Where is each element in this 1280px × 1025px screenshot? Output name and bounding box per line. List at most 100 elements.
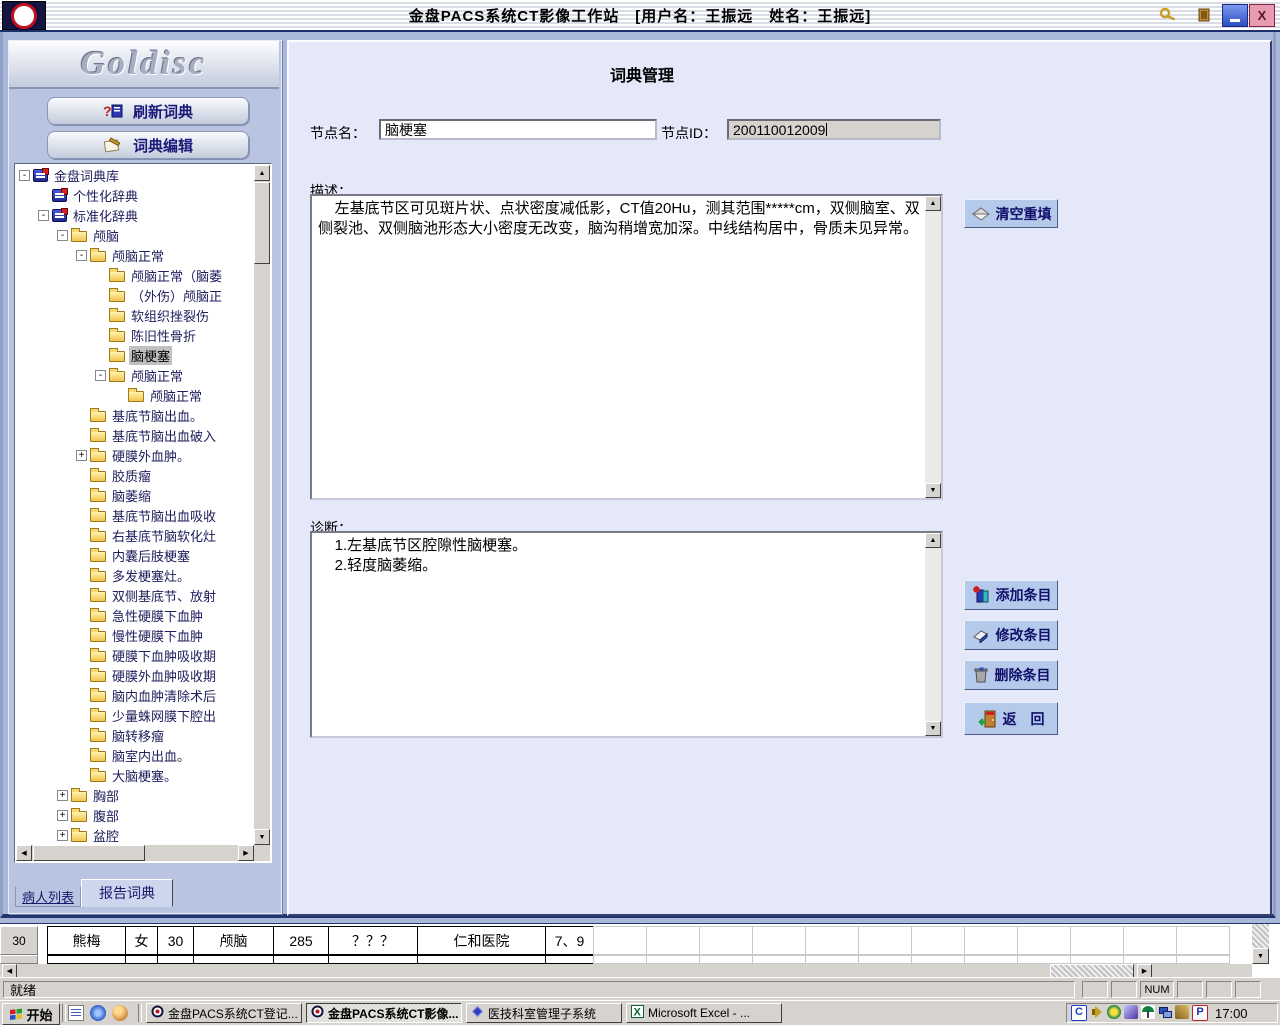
excel-empty-cell[interactable]	[858, 926, 912, 955]
expand-icon[interactable]: +	[57, 830, 68, 841]
return-button[interactable]: 返 回	[964, 702, 1058, 735]
excel-cell[interactable]: 女	[125, 926, 158, 955]
tree-item[interactable]: 脑室内出血。	[16, 745, 254, 765]
excel-empty-cell[interactable]	[805, 926, 859, 955]
edit-dictionary-button[interactable]: 词典编辑	[47, 131, 249, 159]
minimize-button[interactable]	[1222, 4, 1248, 27]
tree-item[interactable]: 脑内血肿清除术后	[16, 685, 254, 705]
excel-empty-cell[interactable]	[964, 926, 1018, 955]
excel-empty-cell[interactable]	[1123, 926, 1177, 955]
close-button[interactable]: X	[1249, 4, 1275, 27]
tree-item[interactable]: 个性化辞典	[16, 185, 254, 205]
tree-item[interactable]: 基底节脑出血。	[16, 405, 254, 425]
tree-item[interactable]: 软组织挫裂伤	[16, 305, 254, 325]
excel-empty-cell[interactable]	[1176, 926, 1230, 955]
expand-icon[interactable]: +	[76, 450, 87, 461]
scroll-up-icon[interactable]: ▲	[925, 196, 941, 211]
refresh-dictionary-button[interactable]: ? 刷新词典	[47, 97, 249, 125]
scrollbar-thumb[interactable]	[33, 845, 145, 861]
scroll-left-icon[interactable]: ◀	[16, 845, 32, 861]
tree-item[interactable]: 胶质瘤	[16, 465, 254, 485]
scroll-down-icon[interactable]: ▼	[254, 829, 270, 845]
tree-item[interactable]: 脑梗塞	[16, 345, 254, 365]
node-name-input[interactable]: 脑梗塞	[379, 119, 657, 140]
excel-cell[interactable]: 285	[273, 926, 329, 955]
excel-horizontal-scrollbar[interactable]: ◀ ▶	[0, 964, 1252, 978]
excel-empty-cell[interactable]	[1017, 926, 1071, 955]
tree-item[interactable]: +腹部	[16, 805, 254, 825]
collapse-icon[interactable]: -	[38, 210, 49, 221]
tree-item[interactable]: 硬膜下血肿吸收期	[16, 645, 254, 665]
scroll-left-icon[interactable]: ◀	[2, 964, 17, 978]
tree-item[interactable]: （外伤）颅脑正	[16, 285, 254, 305]
clear-refill-button[interactable]: 清空重填	[964, 199, 1058, 228]
tree-vertical-scrollbar[interactable]: ▲ ▼	[254, 165, 270, 845]
powerword-icon[interactable]: P	[1192, 1005, 1208, 1021]
scrollbar-thumb[interactable]	[254, 182, 270, 264]
tree-item[interactable]: 硬膜外血肿吸收期	[16, 665, 254, 685]
tree-item[interactable]: 双侧基底节、放射	[16, 585, 254, 605]
tree-item[interactable]: 内囊后肢梗塞	[16, 545, 254, 565]
quicklaunch-ie-icon[interactable]	[90, 1005, 106, 1021]
excel-cell[interactable]: 熊梅	[47, 926, 126, 955]
quicklaunch-desktop-icon[interactable]	[68, 1005, 84, 1021]
dialer-icon[interactable]: C	[1071, 1005, 1087, 1021]
collapse-icon[interactable]: -	[76, 250, 87, 261]
tree-item[interactable]: -颅脑正常	[16, 365, 254, 385]
diagnosis-scrollbar[interactable]: ▲ ▼	[925, 533, 941, 736]
logout-icon[interactable]	[1192, 4, 1216, 25]
collapse-icon[interactable]: -	[19, 170, 30, 181]
scrollbar-thumb[interactable]	[1050, 964, 1134, 978]
tree-item[interactable]: 大脑梗塞。	[16, 765, 254, 785]
tree-item[interactable]: +胸部	[16, 785, 254, 805]
description-scrollbar[interactable]: ▲ ▼	[925, 196, 941, 498]
tree-item[interactable]: +盆腔	[16, 825, 254, 845]
taskbar-task-2[interactable]: 金盘PACS系统CT影像...	[306, 1003, 462, 1023]
tree-item[interactable]: 颅脑正常	[16, 385, 254, 405]
tree-item[interactable]: -金盘词典库	[16, 165, 254, 185]
scroll-up-icon[interactable]: ▲	[254, 165, 270, 181]
tree-item[interactable]: 多发梗塞灶。	[16, 565, 254, 585]
excel-cell[interactable]: 仁和医院	[417, 926, 546, 955]
collapse-icon[interactable]: -	[57, 230, 68, 241]
delete-entry-button[interactable]: 删除条目	[964, 660, 1058, 690]
antivirus-umbrella-icon[interactable]	[1141, 1005, 1155, 1019]
diagnosis-textarea[interactable]: 1.左基底节区腔隙性脑梗塞。 2.轻度脑萎缩。 ▲ ▼	[310, 531, 943, 738]
tree-item[interactable]: -颅脑	[16, 225, 254, 245]
collapse-icon[interactable]: -	[95, 370, 106, 381]
excel-empty-cell[interactable]	[593, 926, 647, 955]
tree-item[interactable]: 少量蛛网膜下腔出	[16, 705, 254, 725]
pencil-icon[interactable]	[1175, 1005, 1189, 1019]
start-button[interactable]: 开始	[2, 1003, 60, 1025]
scroll-down-icon[interactable]: ▼	[925, 721, 941, 736]
tree-item[interactable]: 慢性硬膜下血肿	[16, 625, 254, 645]
excel-vertical-scrollbar[interactable]: ▼	[1252, 924, 1269, 964]
excel-empty-cell[interactable]	[911, 926, 965, 955]
tree-item[interactable]: 陈旧性骨折	[16, 325, 254, 345]
excel-cell[interactable]: 30	[157, 926, 194, 955]
scroll-down-icon[interactable]: ▼	[925, 483, 941, 498]
messenger-icon[interactable]	[1107, 1005, 1121, 1019]
taskbar-task-4[interactable]: XMicrosoft Excel - ...	[626, 1003, 782, 1023]
tree-item[interactable]: 基底节脑出血吸收	[16, 505, 254, 525]
taskbar-task-3[interactable]: 医技科室管理子系统	[466, 1003, 622, 1023]
pen-icon[interactable]	[1124, 1005, 1138, 1019]
key-icon[interactable]	[1156, 4, 1180, 25]
tree-item[interactable]: +硬膜外血肿。	[16, 445, 254, 465]
network-icon[interactable]	[1158, 1005, 1172, 1019]
excel-empty-cell[interactable]	[1070, 926, 1124, 955]
scroll-right-icon[interactable]: ▶	[1137, 964, 1152, 978]
excel-empty-cell[interactable]	[752, 926, 806, 955]
taskbar-task-1[interactable]: 金盘PACS系统CT登记...	[146, 1003, 302, 1023]
scroll-up-icon[interactable]: ▲	[925, 533, 941, 548]
tree-item[interactable]: 脑萎缩	[16, 485, 254, 505]
scroll-right-icon[interactable]: ▶	[238, 845, 254, 861]
tree-item[interactable]: 急性硬膜下血肿	[16, 605, 254, 625]
tab-patient-list[interactable]: 病人列表	[15, 887, 81, 907]
tree-item[interactable]: 脑转移瘤	[16, 725, 254, 745]
tree-item[interactable]: 右基底节脑软化灶	[16, 525, 254, 545]
tree-item[interactable]: -颅脑正常	[16, 245, 254, 265]
tree-horizontal-scrollbar[interactable]: ◀ ▶	[16, 845, 254, 861]
excel-empty-cell[interactable]	[646, 926, 700, 955]
excel-cell[interactable]: ？？？	[328, 926, 418, 955]
